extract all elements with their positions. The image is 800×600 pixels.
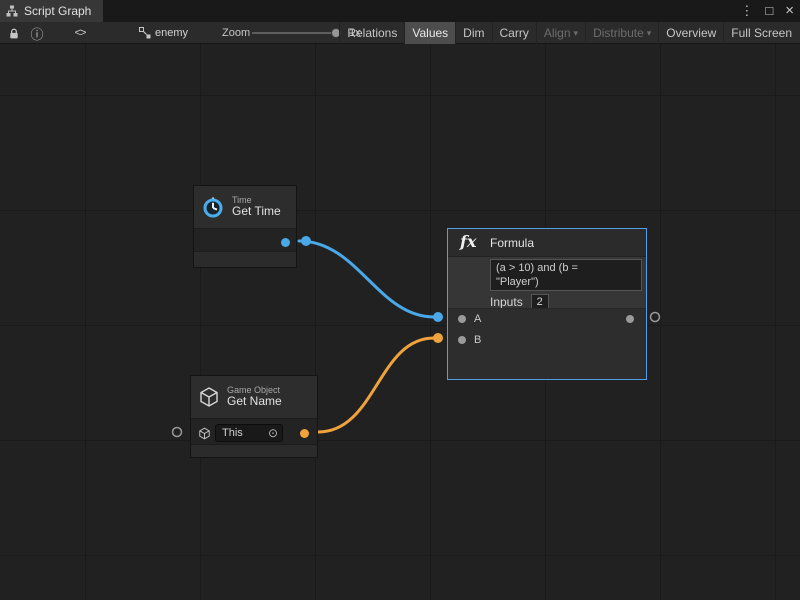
target-object-dropdown[interactable]: This ⊙ [215, 424, 283, 442]
zoom-label: Zoom [222, 22, 250, 44]
node-title: Get Time [232, 205, 281, 219]
inputs-label: Inputs [490, 295, 523, 309]
menu-icon[interactable]: ⋮ [740, 0, 753, 22]
zoom-slider[interactable] [252, 32, 340, 34]
align-button[interactable]: Align▾ [536, 22, 585, 44]
graph-name[interactable]: enemy [155, 22, 188, 44]
get-name-ports-row: This ⊙ [191, 419, 317, 447]
node-formula[interactable]: fx Formula (a > 10) and (b = "Player") I… [447, 228, 647, 380]
title-bar: Script Graph ⋮ □ × [0, 0, 800, 22]
tab-script-graph[interactable]: Script Graph [0, 0, 103, 22]
target-value: This [222, 427, 243, 439]
node-title: Get Name [227, 395, 282, 409]
formula-row-a: A [448, 312, 646, 326]
wire-layer [0, 44, 800, 600]
expression-line-1: (a > 10) and (b = [496, 261, 636, 275]
get-name-titles: Game Object Get Name [227, 385, 282, 409]
get-time-output-port[interactable] [281, 238, 290, 247]
toolbar-buttons: Relations Values Dim Carry Align▾ Distri… [339, 22, 799, 44]
get-time-titles: Time Get Time [232, 195, 281, 219]
node-get-time[interactable]: Time Get Time [193, 185, 297, 268]
formula-icon: fx [460, 232, 476, 251]
clock-icon [201, 195, 225, 219]
output-result-port[interactable] [626, 315, 634, 323]
wire-blue-start-dot[interactable] [301, 236, 311, 246]
values-button[interactable]: Values [404, 22, 455, 44]
expression-line-2: "Player") [496, 275, 636, 289]
code-icon[interactable]: <> [68, 22, 92, 44]
script-graph-window: Script Graph ⋮ □ × ⓘ <> enemy Zoom [0, 0, 800, 600]
wire-orange-end-dot[interactable] [433, 333, 443, 343]
maximize-icon[interactable]: □ [765, 0, 773, 22]
relations-button[interactable]: Relations [339, 22, 404, 44]
get-name-output-port[interactable] [300, 429, 309, 438]
get-time-header[interactable]: Time Get Time [194, 186, 296, 229]
get-name-input-port[interactable] [173, 428, 182, 437]
cube-icon [198, 427, 211, 440]
wire-time-to-a[interactable] [299, 241, 434, 317]
cube-icon [198, 386, 220, 408]
distribute-button[interactable]: Distribute▾ [585, 22, 658, 44]
formula-ports-section: A B [448, 308, 646, 379]
info-icon[interactable]: ⓘ [28, 22, 46, 44]
lock-icon[interactable] [4, 22, 24, 44]
wire-name-to-b[interactable] [318, 338, 434, 432]
wire-blue-end-dot[interactable] [433, 312, 443, 322]
get-name-header[interactable]: Game Object Get Name [191, 376, 317, 419]
close-icon[interactable]: × [785, 0, 794, 22]
input-b-port[interactable] [458, 336, 466, 344]
formula-header[interactable] [448, 229, 646, 257]
graph-breadcrumb-icon [138, 22, 152, 44]
port-label: B [474, 333, 481, 347]
window-controls: ⋮ □ × [740, 0, 794, 22]
formula-expression-field[interactable]: (a > 10) and (b = "Player") [490, 259, 642, 291]
node-title: Formula [490, 236, 534, 250]
full-screen-button[interactable]: Full Screen [723, 22, 799, 44]
object-picker-icon[interactable]: ⊙ [268, 427, 278, 439]
tab-title: Script Graph [24, 4, 91, 18]
get-time-footer [194, 251, 296, 267]
carry-button[interactable]: Carry [492, 22, 536, 44]
node-get-name[interactable]: Game Object Get Name This ⊙ [190, 375, 318, 458]
chevron-down-icon: ▾ [574, 22, 579, 44]
chevron-down-icon: ▾ [647, 22, 652, 44]
dim-button[interactable]: Dim [455, 22, 491, 44]
get-name-footer [191, 444, 317, 457]
graph-canvas[interactable]: Time Get Time fx Formula (a > 10) and (b… [0, 44, 800, 600]
input-a-port[interactable] [458, 315, 466, 323]
graph-toolbar: ⓘ <> enemy Zoom 1x Relations Values Dim … [0, 22, 800, 44]
overview-button[interactable]: Overview [658, 22, 723, 44]
port-label: A [474, 312, 481, 326]
formula-output-port[interactable] [651, 313, 660, 322]
script-graph-icon [6, 5, 18, 17]
formula-row-b: B [448, 333, 646, 347]
